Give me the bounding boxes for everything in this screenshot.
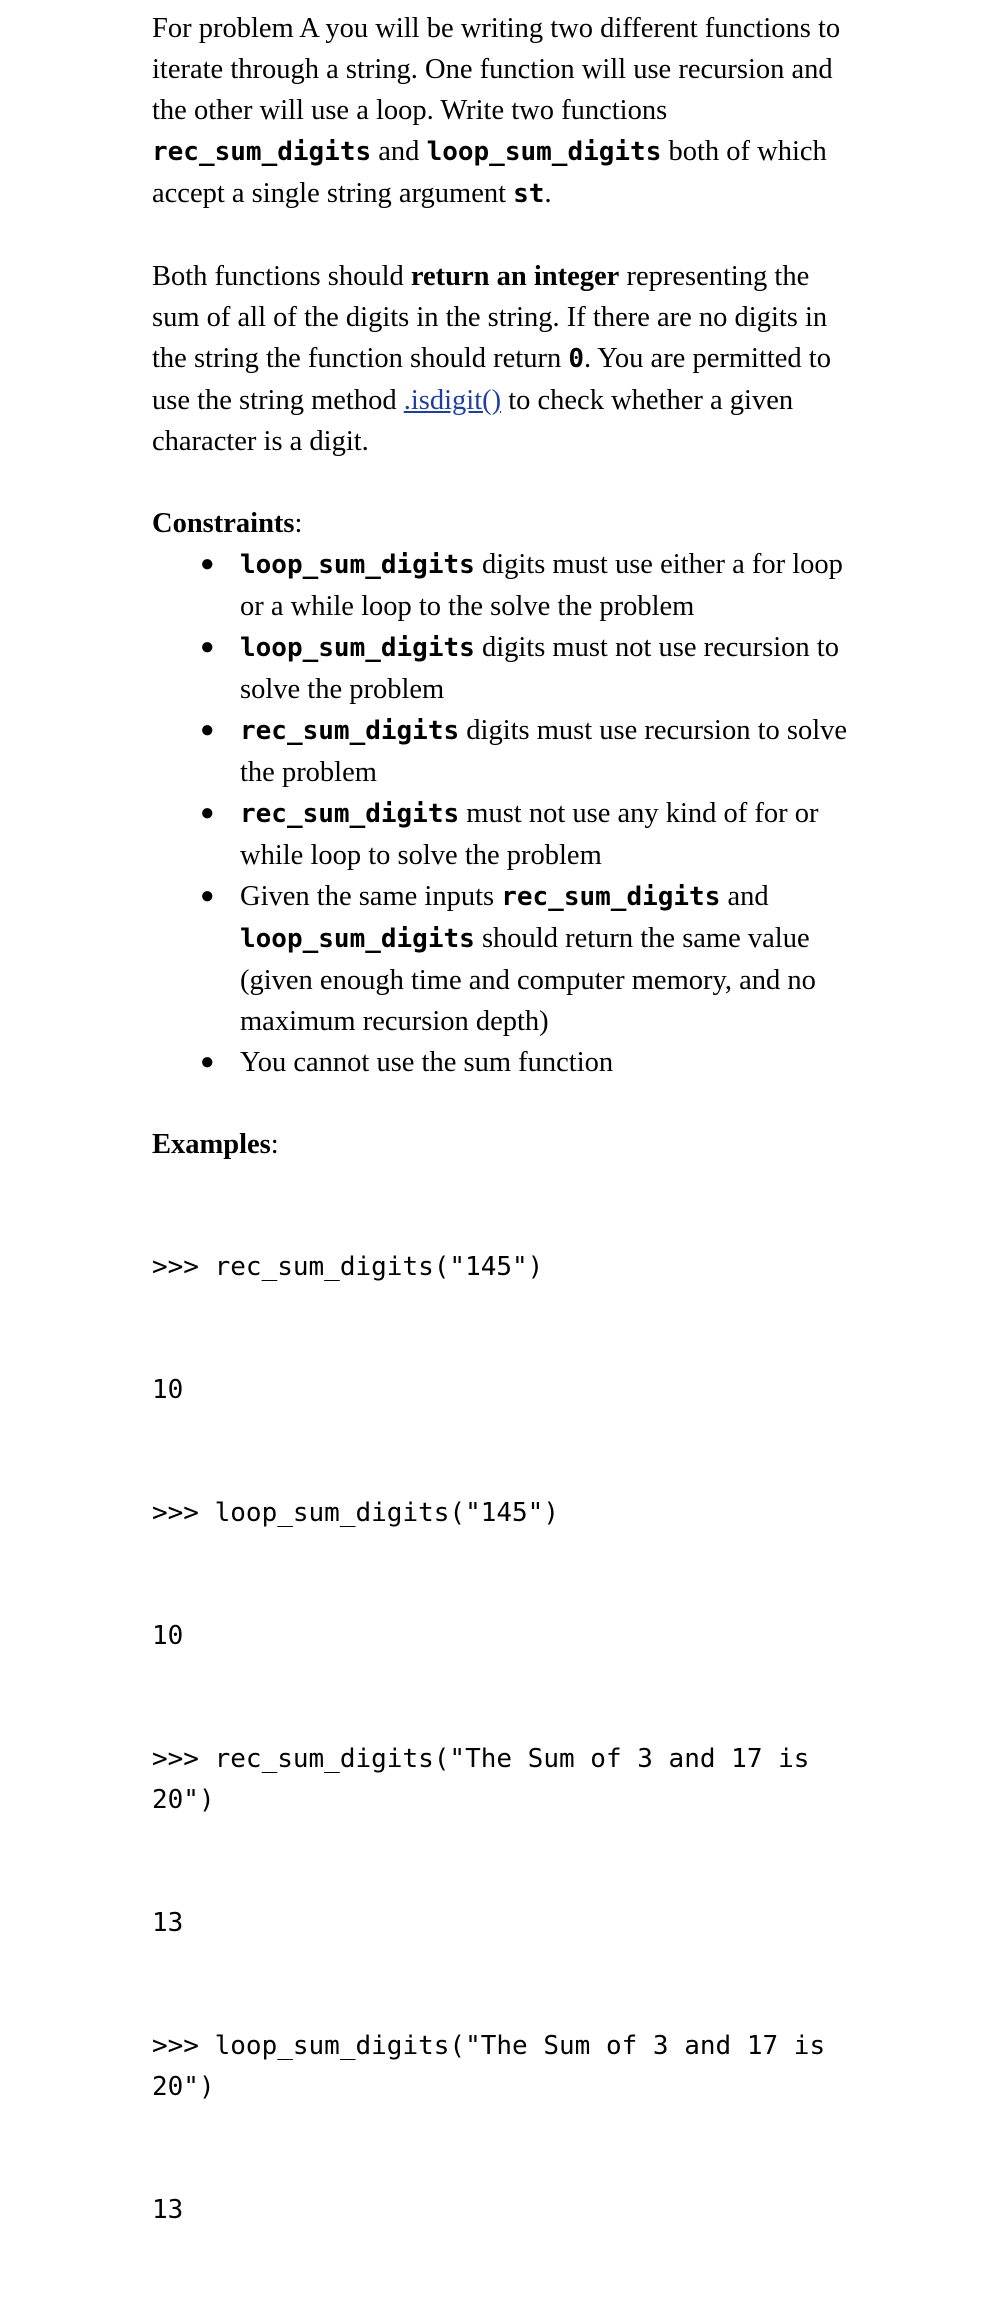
constraint-1-code-1: loop_sum_digits [240,633,475,663]
list-item: ● You cannot use the sum function [152,1042,850,1083]
constraint-4-code-1: rec_sum_digits [501,882,721,912]
spacer-after-requirements [152,462,850,503]
constraint-0-code-1: loop_sum_digits [240,550,475,580]
bullet-icon: ● [200,634,215,660]
intro-text-4: . [544,178,552,209]
examples-line: >>> loop_sum_digits("145") [152,1498,559,1528]
bullet-icon: ● [200,551,215,577]
examples-code-block: >>> rec_sum_digits("145") 10 >>> loop_su… [152,1165,850,2313]
examples-line: >>> rec_sum_digits("145") [152,1252,544,1282]
list-item: ● loop_sum_digits digits must use either … [152,544,850,627]
bullet-icon: ● [200,1049,215,1075]
constraints-heading-colon: : [294,508,303,539]
list-item: ● rec_sum_digits must not use any kind of… [152,793,850,876]
constraint-3-code-1: rec_sum_digits [240,799,460,829]
intro-code-rec-sum-digits: rec_sum_digits [152,137,372,167]
requirements-code-zero: 0 [568,344,584,374]
examples-heading-colon: : [270,1129,279,1160]
examples-heading: Examples: [152,1124,850,1165]
examples-line: 10 [152,1375,184,1405]
constraint-2-code-1: rec_sum_digits [240,716,460,746]
constraint-5-text-0: You cannot use the sum function [240,1047,614,1078]
constraints-heading: Constraints: [152,503,850,544]
intro-text-2: and [371,136,427,167]
spacer-after-intro [152,215,850,256]
intro-text-1: For problem A you will be writing two di… [152,13,841,126]
bullet-icon: ● [200,800,215,826]
examples-line: 10 [152,1621,184,1651]
requirements-text-1: Both functions should [152,261,411,292]
intro-code-st: st [513,179,545,209]
list-item: ● loop_sum_digits digits must not use rec… [152,627,850,710]
bullet-icon: ● [200,883,215,909]
constraints-heading-label: Constraints [152,508,295,539]
bullet-icon: ● [200,717,215,743]
constraint-4-text-1: and [720,881,769,912]
examples-line: 13 [152,1908,184,1938]
constraint-4-text-0: Given the same inputs [240,881,502,912]
requirements-paragraph: Both functions should return an integer … [152,256,850,462]
spacer-after-constraints [152,1083,850,1124]
constraint-4-code-2: loop_sum_digits [240,924,475,954]
examples-line: >>> loop_sum_digits("The Sum of 3 and 17… [152,2031,841,2102]
examples-heading-label: Examples [152,1129,271,1160]
isdigit-link[interactable]: .isdigit() [404,385,501,416]
document-page: For problem A you will be writing two di… [0,0,995,2225]
intro-code-loop-sum-digits: loop_sum_digits [426,137,662,167]
examples-line: 13 [152,2195,184,2225]
constraints-list: ● loop_sum_digits digits must use either … [152,544,850,1083]
intro-paragraph: For problem A you will be writing two di… [152,8,850,215]
list-item: ● Given the same inputs rec_sum_digits an… [152,876,850,1042]
list-item: ● rec_sum_digits digits must use recursio… [152,710,850,793]
requirements-bold-return-an-integer: return an integer [410,261,620,292]
examples-line: >>> rec_sum_digits("The Sum of 3 and 17 … [152,1744,826,1815]
